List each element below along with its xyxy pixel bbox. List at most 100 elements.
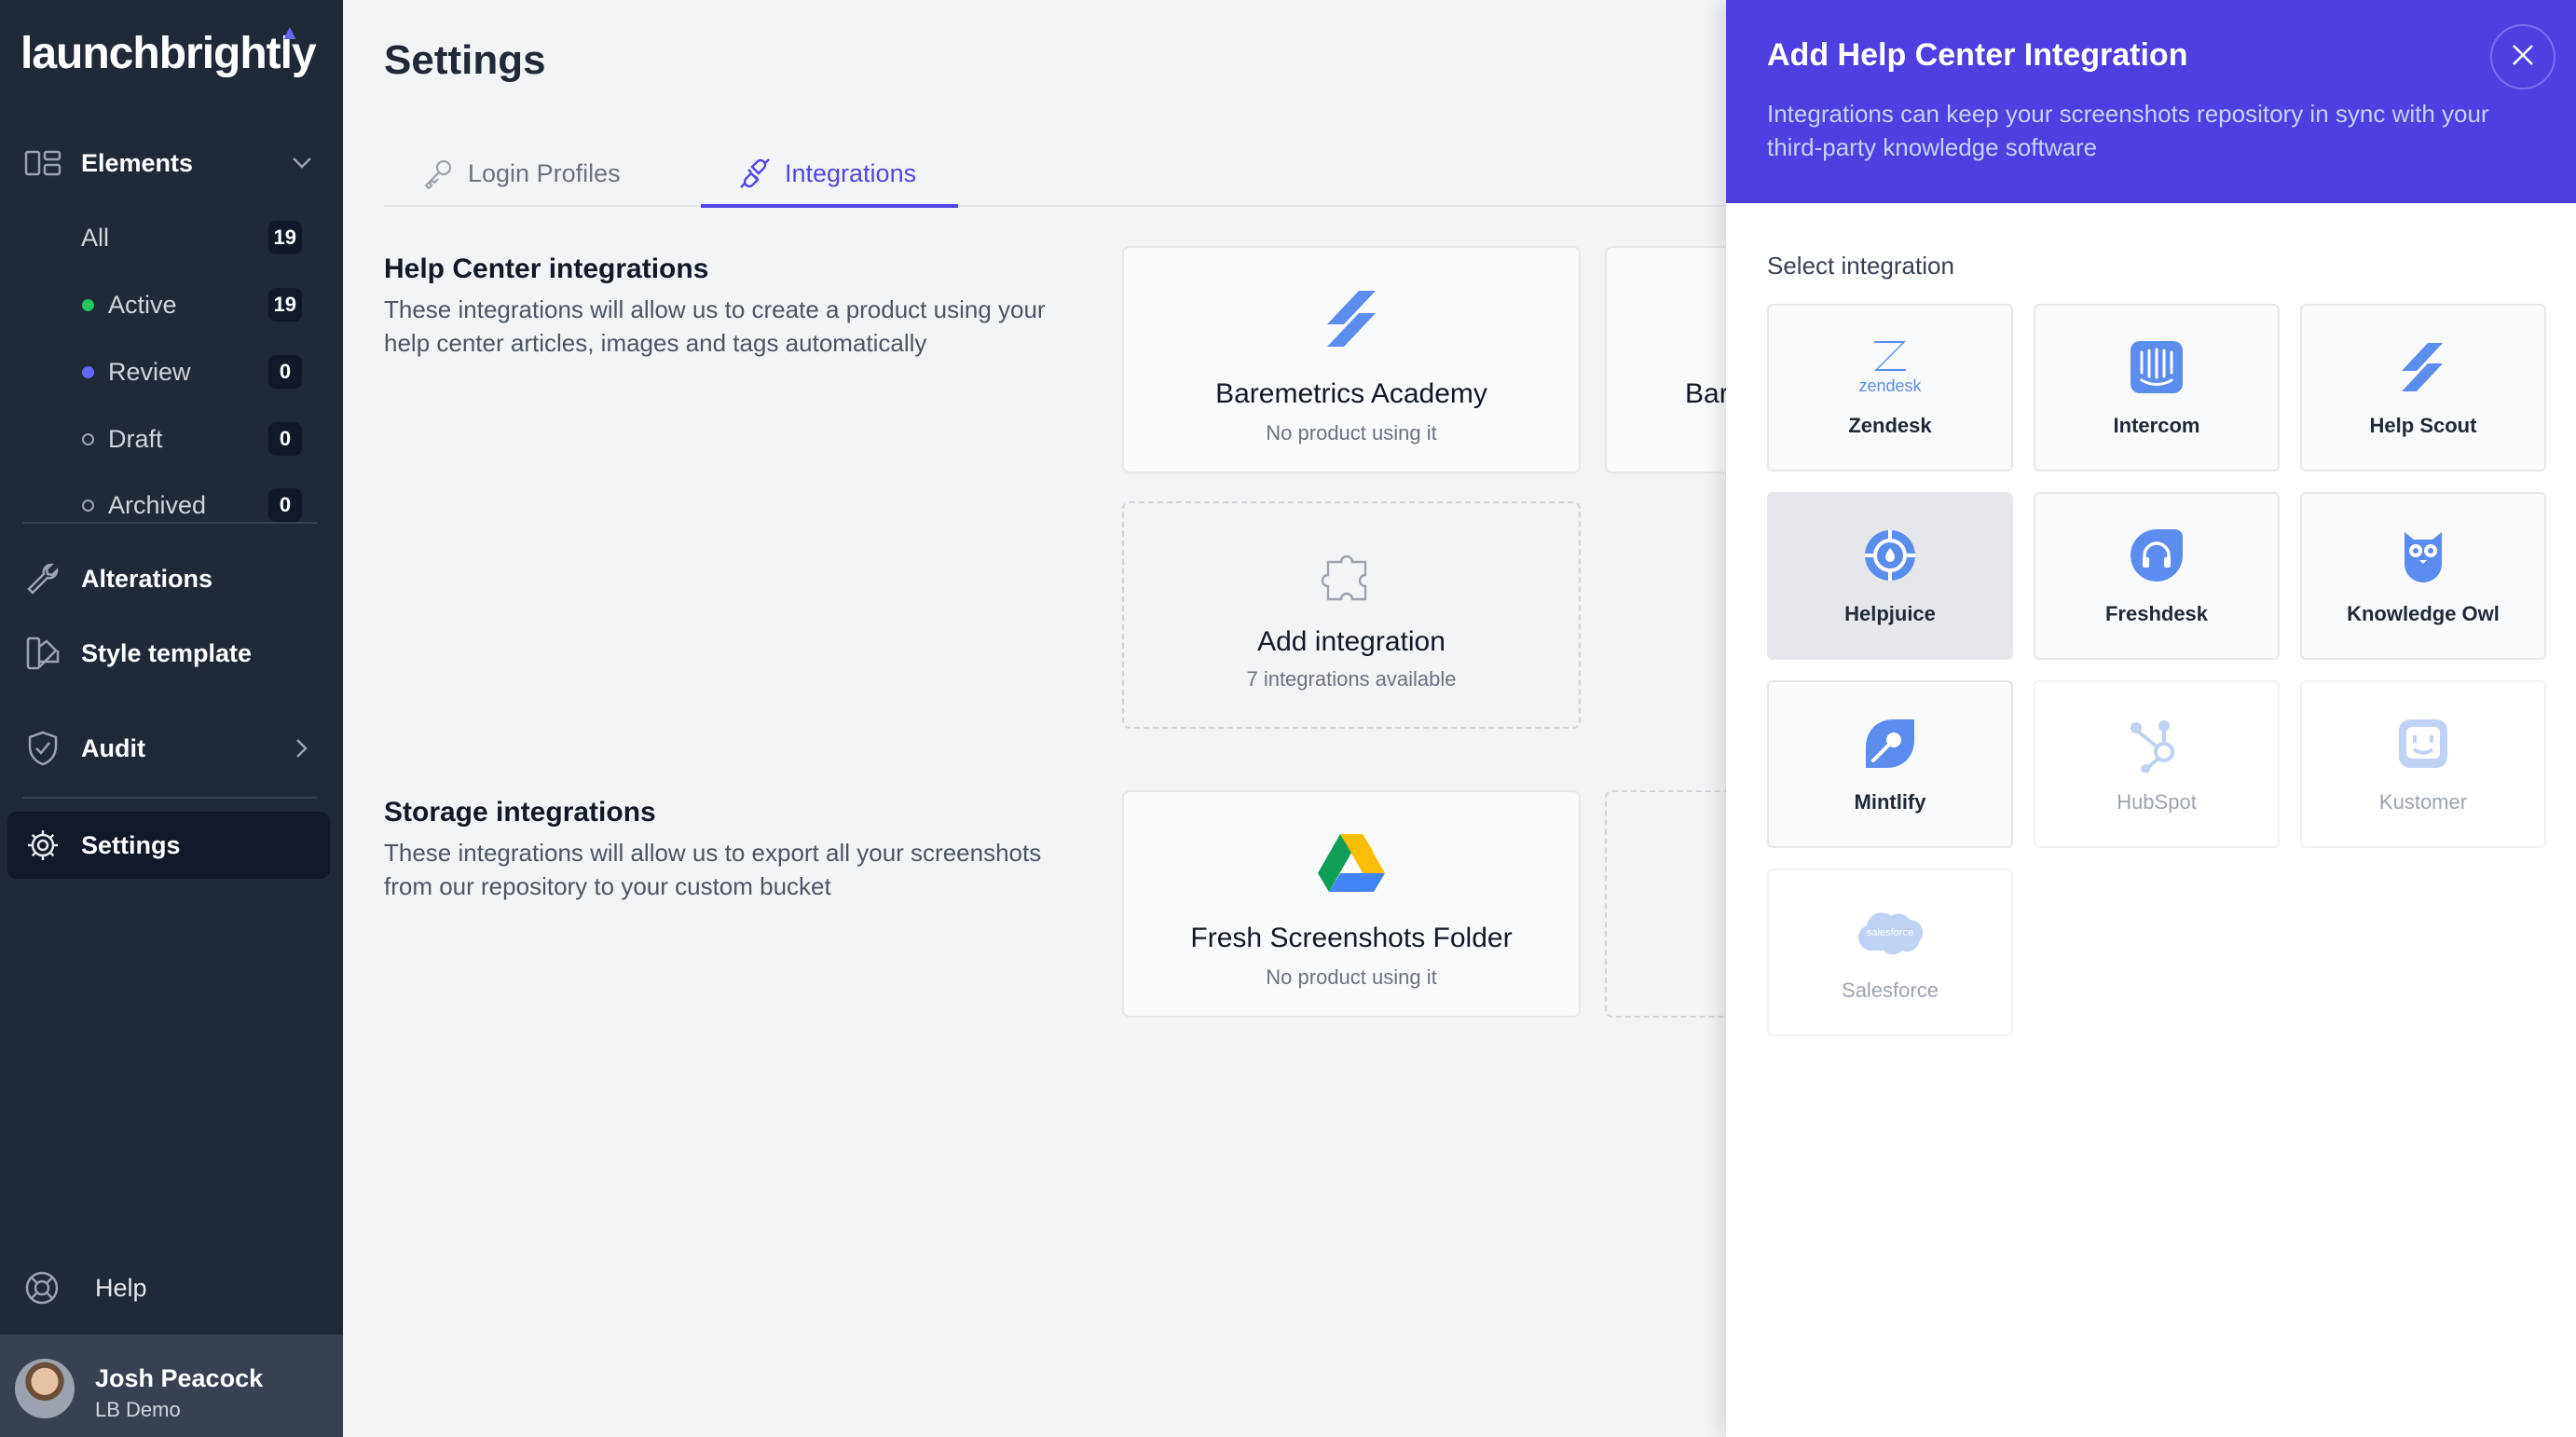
logo-text: launchbrightly xyxy=(21,29,317,78)
app-logo[interactable]: launchbrightly ▲ xyxy=(21,21,317,79)
panel-subtitle: Integrations can keep your screenshots r… xyxy=(1767,100,2489,161)
integration-card-baremetrics[interactable]: Baremetrics Academy No product using it xyxy=(1122,246,1581,473)
add-integration-card[interactable]: Add integration 7 integrations available xyxy=(1122,501,1581,729)
nav-settings[interactable]: Settings xyxy=(0,812,343,879)
add-integration-panel: Add Help Center Integration Integrations… xyxy=(1726,0,2576,1437)
chevron-right-icon xyxy=(291,737,313,760)
nav-elements-label: Elements xyxy=(81,148,194,177)
card-subtitle: No product using it xyxy=(1266,965,1437,989)
integration-card-partial[interactable]: Bar xyxy=(1605,246,1735,473)
svg-text:salesforce: salesforce xyxy=(1867,927,1913,938)
status-dot-icon xyxy=(82,432,94,445)
sidebar-item-archived[interactable]: Archived 0 xyxy=(0,477,343,533)
storage-section-description: These integrations will allow us to expo… xyxy=(384,839,1042,900)
nav-alterations-label: Alterations xyxy=(81,564,213,593)
tab-label: Login Profiles xyxy=(468,158,621,187)
sidebar-item-draft[interactable]: Draft 0 xyxy=(0,411,343,467)
panel-title: Add Help Center Integration xyxy=(1767,37,2188,73)
integration-option-intercom[interactable]: Intercom xyxy=(2034,304,2280,472)
nav-settings-label: Settings xyxy=(81,830,181,859)
google-drive-icon xyxy=(1124,826,1579,900)
intercom-icon xyxy=(2035,337,2278,397)
storage-section-title: Storage integrations xyxy=(384,797,656,828)
integration-label: Kustomer xyxy=(2378,790,2468,814)
count-badge: 0 xyxy=(268,355,302,389)
nav-audit-label: Audit xyxy=(81,733,145,762)
close-button[interactable] xyxy=(2490,24,2555,89)
sidebar-item-all[interactable]: All 19 xyxy=(0,210,343,266)
integration-label: Knowledge Owl xyxy=(2347,602,2500,625)
plug-icon xyxy=(738,157,772,190)
nav-style-template-label: Style template xyxy=(81,638,253,667)
card-subtitle: 7 integrations available xyxy=(1246,667,1457,691)
count-badge: 0 xyxy=(268,488,302,522)
main-content: Settings Login Profiles Integrations Hel… xyxy=(343,0,1735,1437)
integration-label: Helpjuice xyxy=(1844,602,1936,625)
puzzle-icon xyxy=(1124,537,1579,611)
flame-icon: ▲ xyxy=(280,21,300,44)
status-dot-icon xyxy=(82,298,94,311)
mintlify-icon xyxy=(1769,714,2011,773)
sidebar-item-review[interactable]: Review 0 xyxy=(0,344,343,400)
sidebar-item-active[interactable]: Active 19 xyxy=(0,277,343,333)
integration-label: Mintlify xyxy=(1854,790,1926,814)
hubspot-icon xyxy=(2035,714,2278,773)
help-center-section-title: Help Center integrations xyxy=(384,253,709,284)
integration-option-helpscout[interactable]: Help Scout xyxy=(2300,304,2546,472)
card-title: Add integration xyxy=(1257,626,1446,657)
card-title: Baremetrics Academy xyxy=(1215,378,1487,409)
tab-integrations[interactable]: Integrations xyxy=(738,140,916,207)
integration-option-knowledge-owl[interactable]: Knowledge Owl xyxy=(2300,492,2546,660)
help-center-section-description: These integrations will allow us to crea… xyxy=(384,295,1046,357)
integration-option-mintlify[interactable]: Mintlify xyxy=(1767,680,2013,848)
sidebar-item-label: All xyxy=(81,223,110,252)
helpscout-icon xyxy=(1124,281,1579,356)
key-icon xyxy=(421,157,455,190)
owl-icon xyxy=(2302,526,2544,585)
nav-style-template[interactable]: Style template xyxy=(0,620,343,687)
count-badge: 0 xyxy=(268,422,302,456)
divider xyxy=(22,797,317,799)
nav-audit[interactable]: Audit xyxy=(0,715,343,782)
card-subtitle: No product using it xyxy=(1266,421,1437,445)
freshdesk-icon xyxy=(2035,526,2278,585)
integration-option-salesforce: salesforce Salesforce xyxy=(1767,869,2013,1036)
integration-option-freshdesk[interactable]: Freshdesk xyxy=(2034,492,2280,660)
sidebar: launchbrightly ▲ Elements All 19 Active 1… xyxy=(0,0,343,1437)
integration-label: Intercom xyxy=(2113,414,2200,437)
nav-elements[interactable]: Elements xyxy=(0,130,343,197)
add-storage-card-partial[interactable] xyxy=(1605,790,1735,1018)
count-badge: 19 xyxy=(267,221,302,254)
count-badge: 19 xyxy=(267,288,302,322)
nav-alterations[interactable]: Alterations xyxy=(0,545,343,612)
svg-text:zendesk: zendesk xyxy=(1858,376,1922,395)
nav-help[interactable]: Help xyxy=(0,1254,343,1321)
sidebar-item-label: Active xyxy=(108,290,177,319)
zendesk-icon: zendesk xyxy=(1769,337,2011,397)
integration-label: HubSpot xyxy=(2117,790,2197,814)
panel-header: Add Help Center Integration Integrations… xyxy=(1726,0,2576,203)
close-icon xyxy=(2510,42,2536,73)
integration-option-kustomer: Kustomer xyxy=(2300,680,2546,848)
helpjuice-icon xyxy=(1769,526,2011,585)
elements-icon xyxy=(24,144,62,182)
tab-label: Integrations xyxy=(785,158,917,187)
integration-label: Freshdesk xyxy=(2104,602,2209,625)
kustomer-icon xyxy=(2302,714,2544,773)
lifebuoy-icon xyxy=(22,1268,62,1307)
integration-option-helpjuice[interactable]: Helpjuice xyxy=(1767,492,2013,660)
tab-bar: Login Profiles Integrations xyxy=(384,140,1726,208)
palette-icon xyxy=(24,635,62,672)
user-profile[interactable]: Josh Peacock LB Demo xyxy=(0,1334,343,1437)
integration-option-zendesk[interactable]: zendesk Zendesk xyxy=(1767,304,2013,472)
wrench-icon xyxy=(24,560,62,597)
integration-option-hubspot: HubSpot xyxy=(2034,680,2280,848)
integration-label: Help Scout xyxy=(2369,414,2477,437)
sidebar-item-label: Review xyxy=(108,357,191,386)
shield-check-icon xyxy=(24,730,62,767)
card-title: Fresh Screenshots Folder xyxy=(1190,923,1513,953)
integration-card-fresh-screenshots[interactable]: Fresh Screenshots Folder No product usin… xyxy=(1122,790,1581,1018)
tab-login-profiles[interactable]: Login Profiles xyxy=(421,140,621,207)
page-title: Settings xyxy=(384,37,546,83)
status-dot-icon xyxy=(82,499,94,512)
